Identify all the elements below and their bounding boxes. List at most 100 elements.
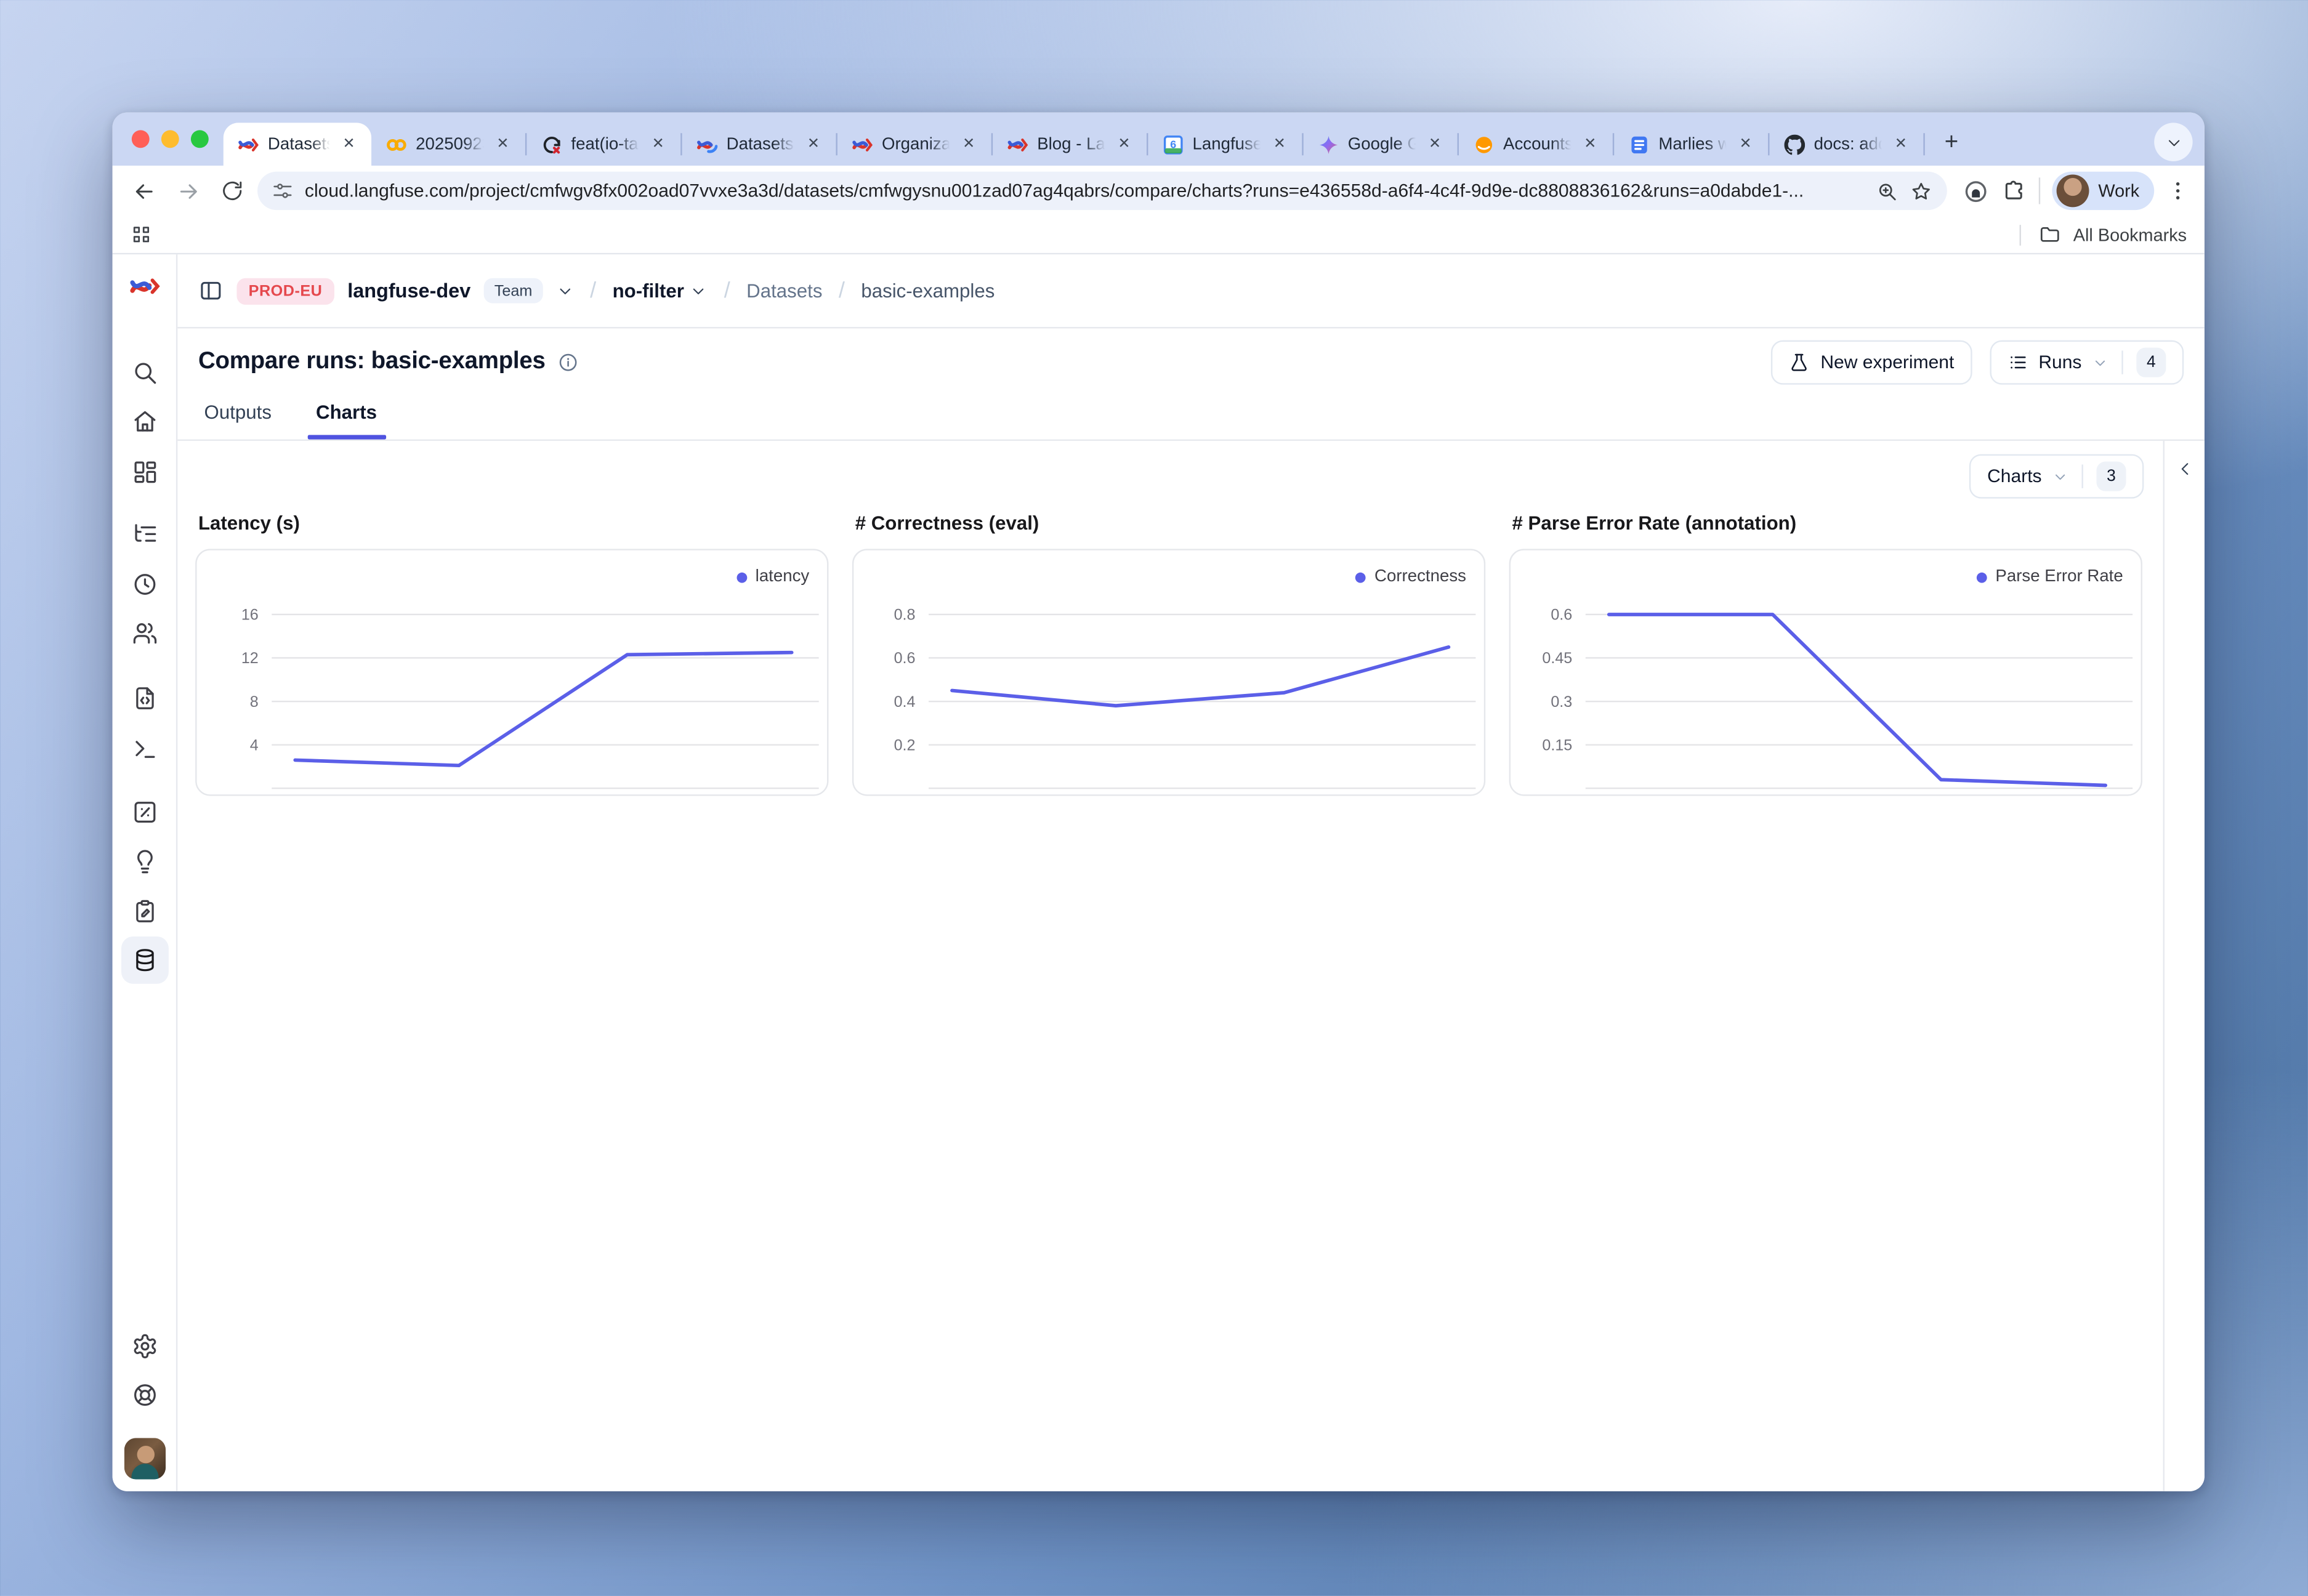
tab-title: Datasets | L bbox=[268, 135, 329, 153]
sidebar-item-playground[interactable] bbox=[121, 725, 168, 772]
all-bookmarks-label: All Bookmarks bbox=[2073, 224, 2187, 245]
profile-avatar bbox=[2057, 175, 2089, 208]
password-manager-extension-icon[interactable] bbox=[1962, 177, 1990, 205]
right-panel-strip bbox=[2163, 441, 2205, 1491]
toolbar-divider bbox=[2039, 177, 2040, 204]
tab-title: Datasets | L bbox=[727, 135, 794, 153]
home-icon bbox=[131, 408, 158, 435]
zoom-window-button[interactable] bbox=[191, 130, 209, 148]
sidebar-item-tracing[interactable] bbox=[121, 510, 168, 558]
project-name: no-filter bbox=[613, 280, 684, 302]
org-plan-badge: Team bbox=[484, 278, 543, 304]
org-name[interactable]: langfuse-dev bbox=[347, 280, 470, 302]
reload-button[interactable] bbox=[213, 172, 251, 210]
new-tab-button[interactable]: + bbox=[1934, 126, 1969, 161]
chevron-down-icon bbox=[2092, 354, 2108, 370]
close-tab-icon[interactable]: ✕ bbox=[492, 135, 514, 154]
sidebar-item-datasets[interactable] bbox=[121, 937, 168, 984]
address-bar[interactable]: cloud.langfuse.com/project/cmfwgv8fx002o… bbox=[257, 172, 1947, 210]
langfuse-logo-icon bbox=[129, 273, 159, 299]
minimize-window-button[interactable] bbox=[161, 130, 179, 148]
runs-selector-button[interactable]: Runs 4 bbox=[1990, 341, 2184, 385]
close-tab-icon[interactable]: ✕ bbox=[1735, 135, 1756, 154]
close-window-button[interactable] bbox=[132, 130, 150, 148]
page-actions: New experiment Runs 4 bbox=[1772, 341, 2184, 385]
project-switcher[interactable]: no-filter bbox=[613, 280, 708, 302]
collapse-panel-button[interactable] bbox=[2168, 453, 2201, 485]
browser-tab[interactable]: 20250923✕ bbox=[371, 123, 525, 166]
sidebar-item-prompts[interactable] bbox=[121, 675, 168, 722]
browser-toolbar: cloud.langfuse.com/project/cmfwgv8fx002o… bbox=[113, 166, 2205, 216]
button-divider bbox=[2121, 350, 2123, 374]
browser-menu-icon[interactable] bbox=[2166, 179, 2189, 203]
browser-tab[interactable]: Datasets | L ✕ bbox=[682, 123, 836, 166]
apps-grid-icon[interactable] bbox=[130, 224, 152, 246]
site-settings-icon[interactable] bbox=[272, 180, 293, 201]
browser-tab[interactable]: Blog - Lang✕ bbox=[993, 123, 1147, 166]
sidebar-item-users[interactable] bbox=[121, 610, 168, 657]
tab-title: docs: add g bbox=[1814, 135, 1882, 153]
org-switcher-chevron-icon[interactable] bbox=[556, 282, 574, 300]
charts-row: Latency (s)481216latency# Correctness (e… bbox=[195, 506, 2145, 796]
github-pr-favicon-icon bbox=[541, 134, 562, 155]
sidebar-toggle-icon[interactable] bbox=[198, 278, 224, 304]
breadcrumb-current-dataset[interactable]: basic-examples bbox=[861, 280, 995, 302]
chart-legend: Parse Error Rate bbox=[1976, 568, 2123, 586]
orange-cloud-favicon-icon bbox=[1474, 134, 1495, 155]
sidebar-item-search[interactable] bbox=[121, 349, 168, 397]
browser-tab[interactable]: docs: add g ✕ bbox=[1770, 123, 1924, 166]
langfuse-logo[interactable] bbox=[129, 273, 159, 306]
browser-tab[interactable]: 6Langfuse -✕ bbox=[1148, 123, 1302, 166]
user-avatar[interactable] bbox=[124, 1438, 165, 1479]
browser-tab[interactable]: Marlies we✕ bbox=[1614, 123, 1768, 166]
close-tab-icon[interactable]: ✕ bbox=[1580, 135, 1601, 154]
browser-tab[interactable]: Organizatio✕ bbox=[837, 123, 991, 166]
flask-icon bbox=[1790, 352, 1810, 373]
close-tab-icon[interactable]: ✕ bbox=[1269, 135, 1290, 154]
close-tab-icon[interactable]: ✕ bbox=[1113, 135, 1135, 154]
zoom-page-icon[interactable] bbox=[1876, 180, 1898, 202]
sidebar-item-insights[interactable] bbox=[121, 839, 168, 886]
close-tab-icon[interactable]: ✕ bbox=[803, 135, 825, 154]
close-tab-icon[interactable]: ✕ bbox=[338, 135, 360, 154]
close-tab-icon[interactable]: ✕ bbox=[647, 135, 669, 154]
browser-tab[interactable]: Datasets | L ✕ bbox=[224, 123, 371, 166]
close-tab-icon[interactable]: ✕ bbox=[1424, 135, 1446, 154]
svg-text:16: 16 bbox=[241, 607, 259, 624]
browser-tabs: Datasets | L✕20250923✕feat(io-tab✕Datase… bbox=[224, 113, 2205, 166]
bookmark-star-icon[interactable] bbox=[1910, 180, 1932, 202]
chart-card: 0.150.30.450.6Parse Error Rate bbox=[1509, 549, 2142, 796]
info-icon[interactable] bbox=[557, 352, 578, 373]
sidebar-item-scores[interactable] bbox=[121, 789, 168, 836]
tab-charts[interactable]: Charts bbox=[313, 397, 380, 440]
forward-button[interactable] bbox=[169, 172, 207, 210]
sidebar-item-home[interactable] bbox=[121, 398, 168, 445]
browser-profile-button[interactable]: Work bbox=[2052, 172, 2154, 210]
sidebar-item-support[interactable] bbox=[121, 1371, 168, 1419]
charts-selector-button[interactable]: Charts 3 bbox=[1969, 454, 2144, 499]
runs-label: Runs bbox=[2038, 352, 2081, 373]
sidebar-item-dashboards[interactable] bbox=[121, 448, 168, 496]
back-button[interactable] bbox=[124, 172, 163, 210]
langfuse-favicon-icon bbox=[1007, 134, 1028, 155]
tab-search-button[interactable] bbox=[2154, 123, 2192, 161]
chevron-left-icon bbox=[2176, 460, 2193, 478]
breadcrumb-datasets-link[interactable]: Datasets bbox=[746, 280, 822, 302]
new-experiment-button[interactable]: New experiment bbox=[1772, 341, 1972, 385]
sidebar-item-sessions[interactable] bbox=[121, 561, 168, 608]
browser-tab[interactable]: Accounts |✕ bbox=[1459, 123, 1613, 166]
close-tab-icon[interactable]: ✕ bbox=[958, 135, 980, 154]
charts-content: Charts 3 Latency (s)481216latency# Corre… bbox=[177, 441, 2205, 1491]
close-tab-icon[interactable]: ✕ bbox=[1890, 135, 1912, 154]
browser-tab[interactable]: feat(io-tab✕ bbox=[527, 123, 680, 166]
chart-section: Latency (s)481216latency bbox=[195, 506, 828, 796]
extensions-puzzle-icon[interactable] bbox=[2002, 179, 2027, 204]
all-bookmarks-button[interactable]: All Bookmarks bbox=[2020, 224, 2187, 246]
tab-outputs[interactable]: Outputs bbox=[201, 397, 275, 440]
url-text[interactable]: cloud.langfuse.com/project/cmfwgv8fx002o… bbox=[305, 180, 1865, 201]
svg-text:0.8: 0.8 bbox=[894, 607, 916, 624]
chart-title: # Parse Error Rate (annotation) bbox=[1512, 512, 2142, 534]
sidebar-item-settings[interactable] bbox=[121, 1323, 168, 1370]
browser-tab[interactable]: Google Ger✕ bbox=[1304, 123, 1458, 166]
sidebar-item-annotation-queues[interactable] bbox=[121, 888, 168, 935]
